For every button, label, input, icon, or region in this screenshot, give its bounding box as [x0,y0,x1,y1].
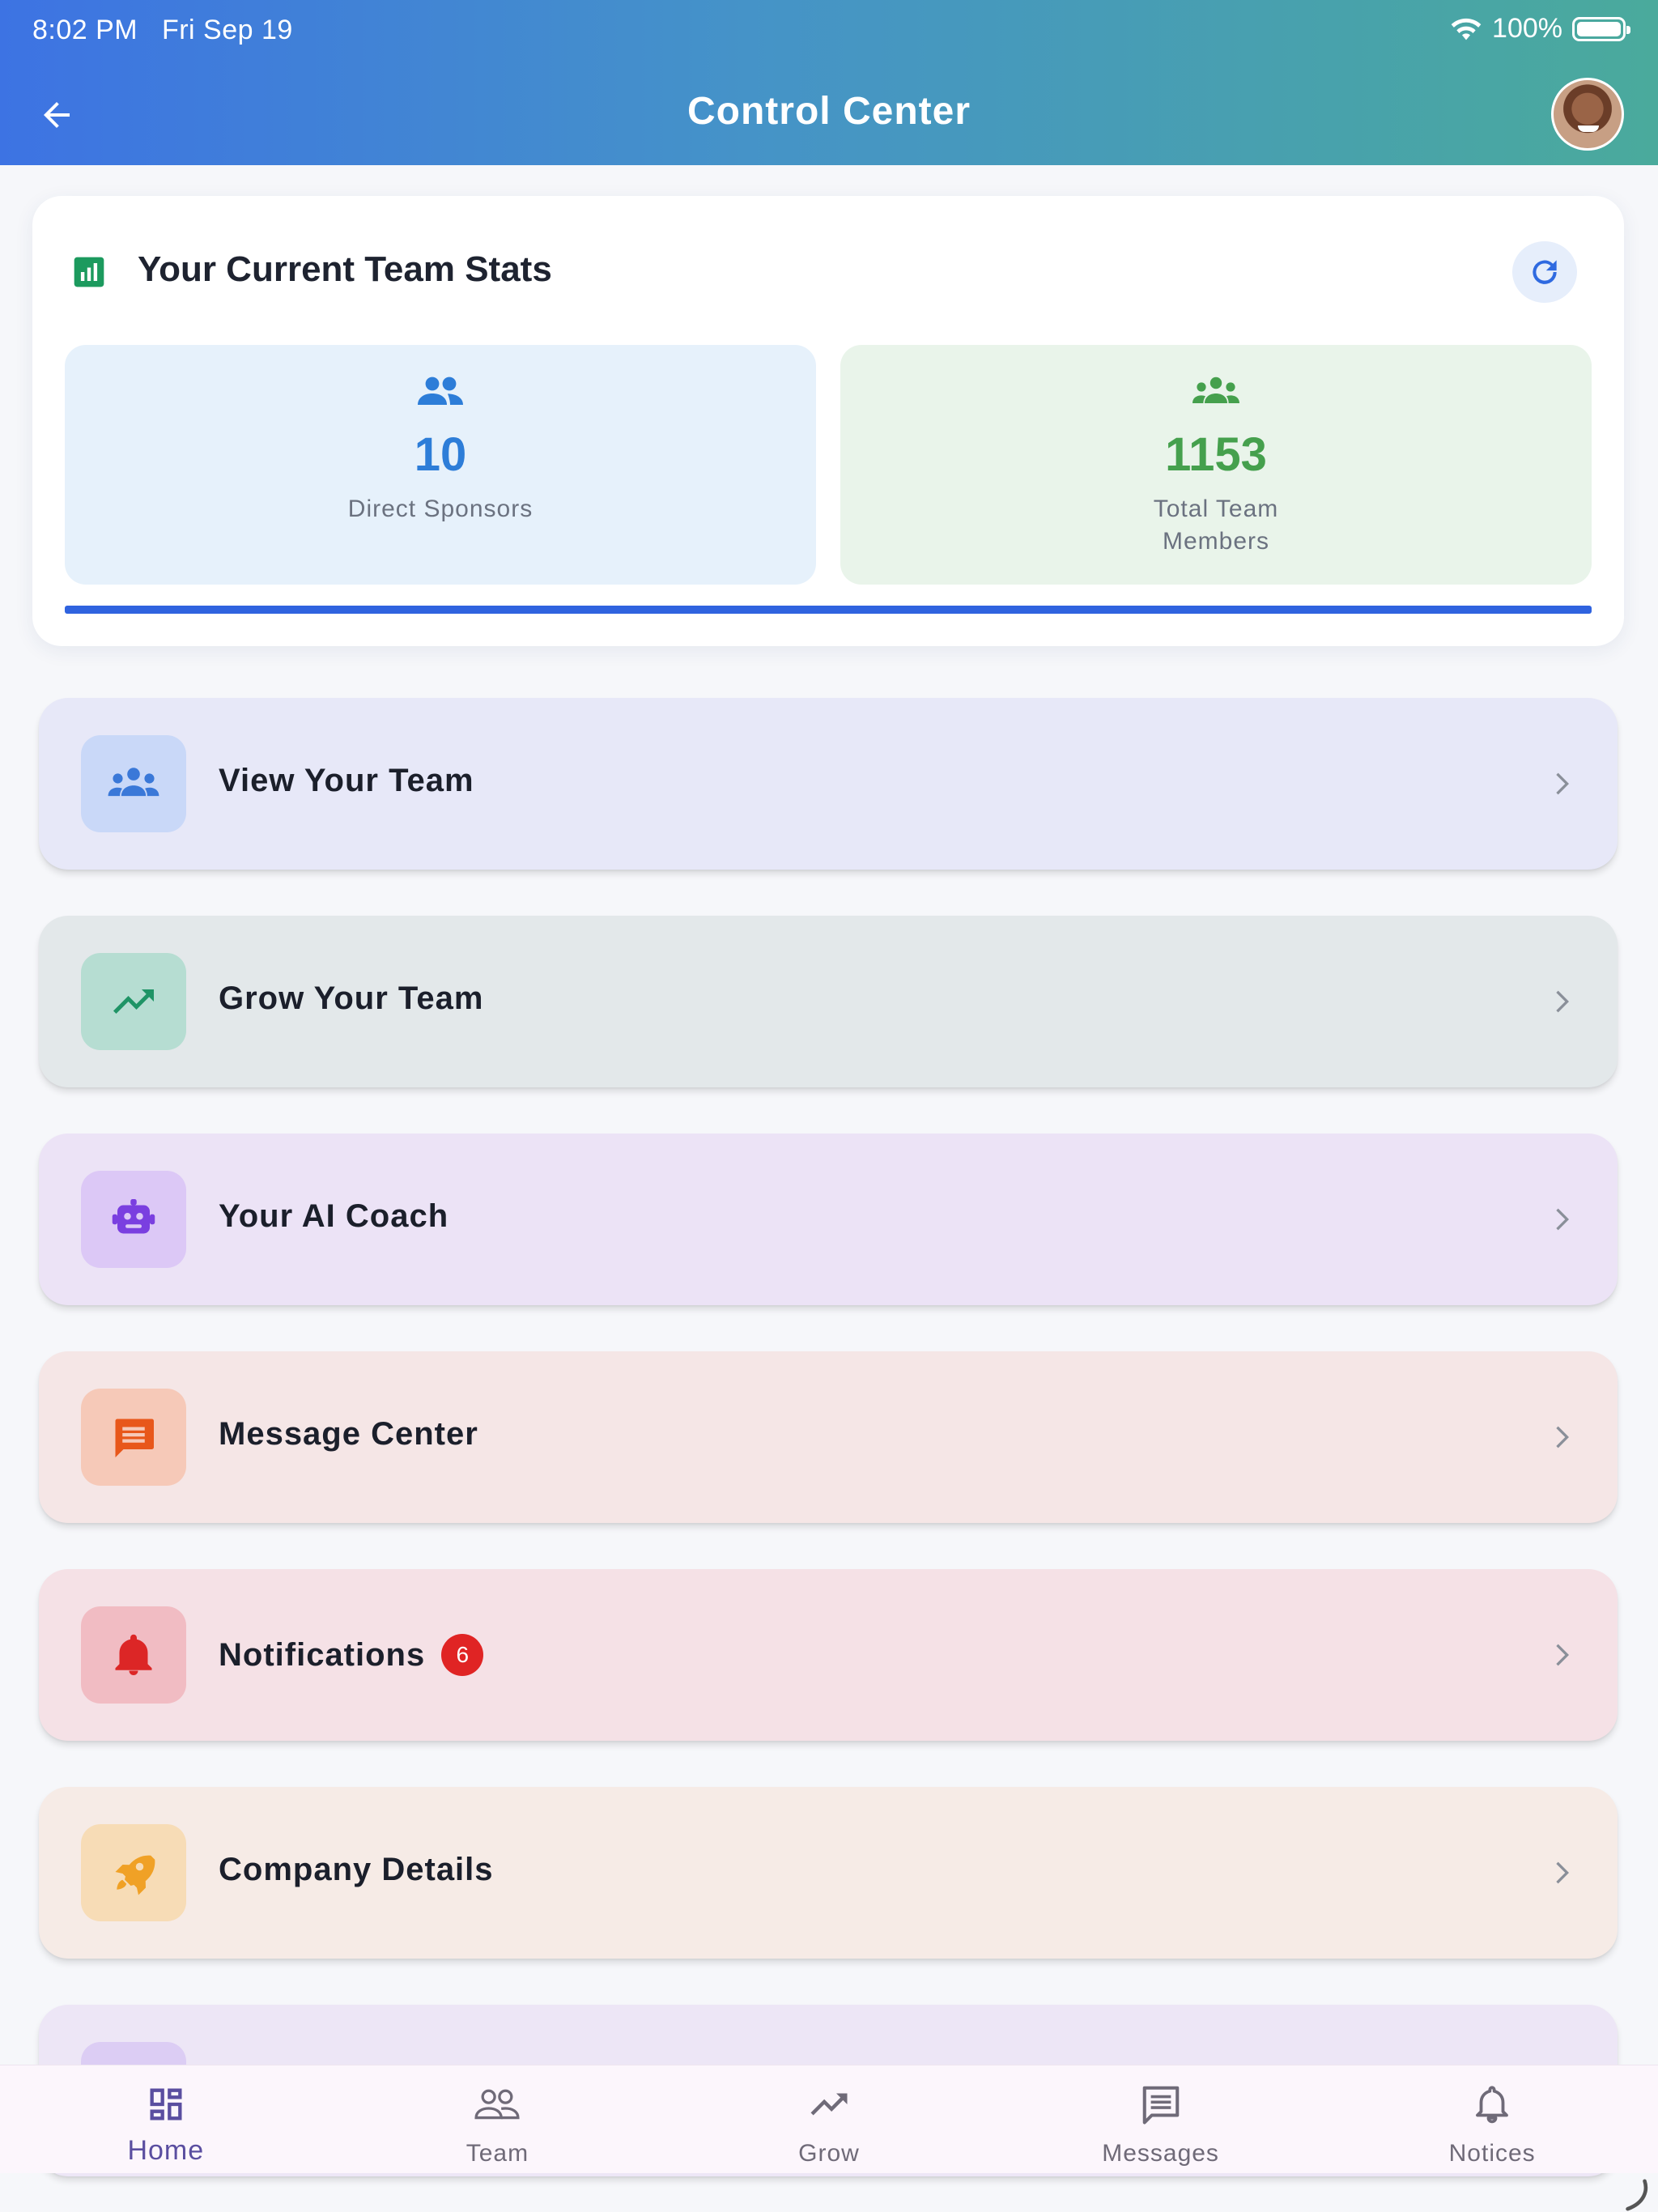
stats-progress-bar [65,606,1592,614]
bottom-navigation: Home Team Grow Messages Notices [0,2065,1658,2173]
nav-label-grow: Grow [798,2140,860,2167]
menu-label-grow-team: Grow Your Team [219,981,484,1016]
bar-chart-icon [74,257,104,287]
menu-label-message-center: Message Center [219,1416,478,1452]
direct-sponsors-stat: 10 Direct Sponsors [65,345,816,585]
status-time: 8:02 PM Fri Sep 19 [32,15,293,46]
chevron-right-icon [1556,1644,1569,1666]
message-icon [115,1419,154,1457]
trending-up-icon [810,2093,848,2116]
menu-ai-coach[interactable]: Your AI Coach [39,1134,1618,1305]
refresh-icon [1533,260,1557,284]
nav-label-notices: Notices [1448,2140,1536,2167]
nav-label-home: Home [127,2135,205,2166]
chevron-right-icon [1556,1208,1569,1231]
menu-label-company-details: Company Details [219,1852,494,1887]
nav-label-team: Team [466,2140,529,2167]
battery-percent: 100% [1492,13,1562,44]
nav-label-messages: Messages [1102,2140,1219,2167]
total-team-value: 1153 [1165,428,1267,481]
chevron-right-icon [1556,1861,1569,1884]
nav-team[interactable]: Team [332,2065,664,2173]
team-icon [108,768,159,797]
dashboard-icon [150,2088,182,2121]
notification-count-badge: 6 [441,1634,484,1676]
nav-messages[interactable]: Messages [995,2065,1327,2173]
app-header: 8:02 PM Fri Sep 19 100% Control Center [0,0,1658,165]
menu-view-team[interactable]: View Your Team [39,698,1618,870]
bell-icon [1476,2086,1509,2124]
menu-company-details[interactable]: Company Details [39,1787,1618,1959]
menu-icon-box [81,1824,186,1921]
status-date: Fri Sep 19 [161,15,293,45]
direct-sponsors-value: 10 [414,428,467,481]
menu-icon-box [81,735,186,832]
menu-icon-box [81,953,186,1050]
total-team-stat: 1153 Total Team Members [840,345,1592,585]
menu-label-ai-coach: Your AI Coach [219,1198,449,1234]
nav-notices[interactable]: Notices [1326,2065,1658,2173]
menu-label-notifications: Notifications [219,1636,426,1673]
page-title: Control Center [687,90,971,133]
menu-icon-box [81,1606,186,1704]
battery-icon [1572,16,1630,41]
chevron-right-icon [1556,772,1569,795]
user-avatar[interactable] [1551,78,1624,151]
trending-up-icon [113,989,154,1014]
people-icon [474,2089,520,2120]
status-indicators: 100% [1450,13,1630,45]
app-root: 8:02 PM Fri Sep 19 100% Control Center Y… [0,0,1658,2212]
menu-icon-box [81,1389,186,1486]
people-icon [418,376,463,405]
groups-icon [1192,376,1239,403]
wifi-icon [1451,18,1482,40]
status-clock: 8:02 PM [32,15,138,45]
chevron-right-icon [1556,1426,1569,1448]
menu-notifications[interactable]: Notifications 6 [39,1569,1618,1741]
refresh-button[interactable] [1512,241,1577,303]
direct-sponsors-label: Direct Sponsors [347,496,534,522]
message-icon [1142,2086,1179,2125]
nav-grow[interactable]: Grow [663,2065,995,2173]
corner-curve-icon [1626,2179,1648,2211]
team-stats-card: Your Current Team Stats 10 Direct Sponso… [32,196,1624,646]
bell-icon [115,1634,152,1675]
menu-label-view-team: View Your Team [219,763,474,798]
menu-grow-team[interactable]: Grow Your Team [39,916,1618,1087]
total-team-label: Total Team Members [1153,496,1279,555]
menu-icon-box [81,1171,186,1268]
rocket-icon [115,1855,155,1895]
robot-icon [112,1199,155,1234]
stats-title: Your Current Team Stats [138,249,552,289]
chevron-right-icon [1556,990,1569,1013]
nav-home[interactable]: Home [0,2065,332,2173]
menu-message-center[interactable]: Message Center [39,1351,1618,1523]
